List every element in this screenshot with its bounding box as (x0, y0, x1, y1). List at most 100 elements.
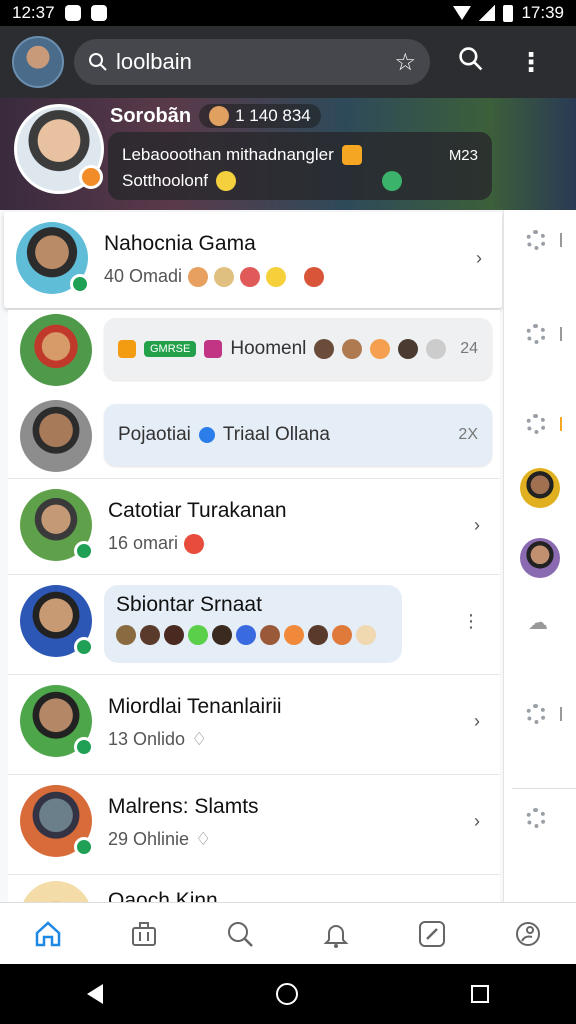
online-indicator (74, 637, 94, 657)
wifi-icon (453, 6, 472, 20)
search-input[interactable]: loolbain ☆ (74, 39, 430, 85)
divider (512, 788, 576, 789)
featured-name: Sorobãn (110, 104, 192, 127)
panel-row[interactable] (504, 414, 576, 434)
emoji-icon (240, 266, 261, 287)
profile-avatar[interactable] (12, 36, 64, 88)
panel-row[interactable] (504, 704, 576, 724)
list-item[interactable]: Malrens: Slamts 29 Ohlinie ♢ › (8, 774, 500, 874)
emoji-icon (209, 106, 230, 126)
emoji-icon (140, 625, 160, 645)
list-item[interactable]: Sbiontar Srnaat ⋮ (8, 574, 500, 674)
emoji-icon (260, 625, 280, 645)
home-button-icon[interactable] (275, 983, 298, 1005)
more-options-icon[interactable]: ⋮ (462, 611, 480, 632)
emoji-icon (164, 625, 184, 645)
gear-icon[interactable] (526, 324, 546, 344)
list-item[interactable]: Nahocnia Gama 40 Omadi › (4, 212, 502, 308)
recent-apps-icon[interactable] (471, 985, 490, 1003)
message-time: 2X (458, 426, 478, 443)
emoji-icon (370, 339, 391, 359)
panel-text-fragment (560, 417, 568, 431)
list-item[interactable]: GMRSE Hoomenl 24 (8, 310, 500, 398)
chevron-right-icon[interactable]: › (474, 515, 480, 536)
top-app-bar: loolbain ☆ ⋮ (0, 26, 576, 98)
panel-row[interactable] (504, 808, 576, 828)
featured-message-card[interactable]: Lebaooothan mithadnangler M23 Sotthoolon… (108, 132, 492, 200)
gear-icon[interactable] (526, 808, 546, 828)
message-bubble[interactable]: GMRSE Hoomenl 24 (104, 318, 492, 380)
chevron-right-icon[interactable]: › (474, 811, 480, 832)
message-preview: Hoomenl (230, 338, 307, 359)
contact-name: Nahocnia Gama (104, 232, 256, 255)
message-bubble[interactable]: Pojaotiai Triaal Ollana 2X (104, 404, 492, 466)
avatar (16, 222, 90, 294)
status-time-left: 12:37 (12, 3, 55, 22)
emoji-icon (188, 266, 209, 287)
featured-line-2: Sotthoolonf (122, 171, 209, 190)
compass-icon[interactable] (415, 917, 449, 951)
chevron-right-icon[interactable]: › (474, 711, 480, 732)
panel-row[interactable] (504, 324, 576, 344)
featured-banner[interactable]: Sorobãn 1 140 834 Lebaooothan mithadnang… (0, 98, 576, 210)
list-item[interactable]: Catotiar Turakanan 16 omari › (8, 478, 500, 574)
online-indicator (74, 837, 94, 857)
panel-text-fragment (560, 327, 568, 341)
list-item[interactable]: Oaoch Kinn (8, 874, 500, 902)
bottom-navigation (0, 902, 576, 964)
more-options-icon[interactable]: ⋮ (518, 49, 544, 75)
flame-icon: ♢ (195, 829, 212, 849)
home-icon[interactable] (31, 917, 65, 951)
status-bar: 12:37 17:39 (0, 0, 576, 26)
contact-status: 40 Omadi (104, 266, 183, 286)
system-navigation-bar (0, 964, 576, 1024)
chat-list[interactable]: Nahocnia Gama 40 Omadi › GMRSE Hoomenl 2… (0, 210, 504, 902)
bell-icon[interactable] (319, 917, 353, 951)
contact-status: 16 omari (108, 533, 179, 553)
emoji-icon (341, 145, 362, 165)
app-notification-icon (90, 5, 107, 21)
emoji-icon (426, 339, 447, 359)
cloud-icon[interactable]: ☁ (528, 610, 548, 635)
avatar (20, 585, 94, 657)
notification-icon (64, 5, 81, 21)
gear-icon[interactable] (526, 704, 546, 724)
star-icon[interactable]: ☆ (394, 48, 416, 77)
message-preview-2: Triaal Ollana (222, 424, 330, 445)
signal-icon (479, 5, 496, 21)
contact-status: 13 Onlido (108, 729, 186, 749)
list-item[interactable]: Pojaotiai Triaal Ollana 2X (8, 398, 500, 478)
secondary-panel: ☁ (504, 210, 576, 902)
search-button[interactable] (458, 46, 484, 79)
emoji-icon (118, 340, 136, 358)
message-time: 24 (460, 340, 478, 357)
profile-icon[interactable] (511, 917, 545, 951)
avatar (520, 538, 560, 578)
featured-name-row: Sorobãn 1 140 834 (110, 104, 321, 128)
panel-row[interactable] (504, 468, 576, 508)
emoji-icon (212, 625, 232, 645)
gear-icon[interactable] (526, 414, 546, 434)
list-item[interactable]: Miordlai Tenanlairii 13 Onlido ♢ › (8, 674, 500, 774)
panel-row[interactable] (504, 230, 576, 250)
emoji-icon (382, 171, 403, 191)
gear-icon[interactable] (526, 230, 546, 250)
search-icon (459, 46, 483, 70)
briefcase-icon[interactable] (127, 917, 161, 951)
message-bubble[interactable]: Sbiontar Srnaat (104, 585, 402, 663)
avatar (20, 685, 94, 757)
contact-subtitle: 29 Ohlinie ♢ (108, 829, 211, 850)
chevron-right-icon[interactable]: › (476, 248, 482, 269)
avatar (20, 400, 92, 472)
emoji-icon (304, 266, 325, 287)
emoji-icon (308, 625, 328, 645)
emoji-icon (356, 625, 376, 645)
panel-row[interactable]: ☁ (504, 610, 576, 635)
emoji-icon (266, 266, 287, 287)
search-icon[interactable] (223, 917, 257, 951)
badge-icon (79, 165, 103, 189)
back-icon[interactable] (86, 984, 103, 1004)
featured-stat-value: 1 140 834 (235, 106, 311, 125)
contact-name: Sbiontar Srnaat (116, 593, 262, 616)
panel-row[interactable] (504, 538, 576, 578)
